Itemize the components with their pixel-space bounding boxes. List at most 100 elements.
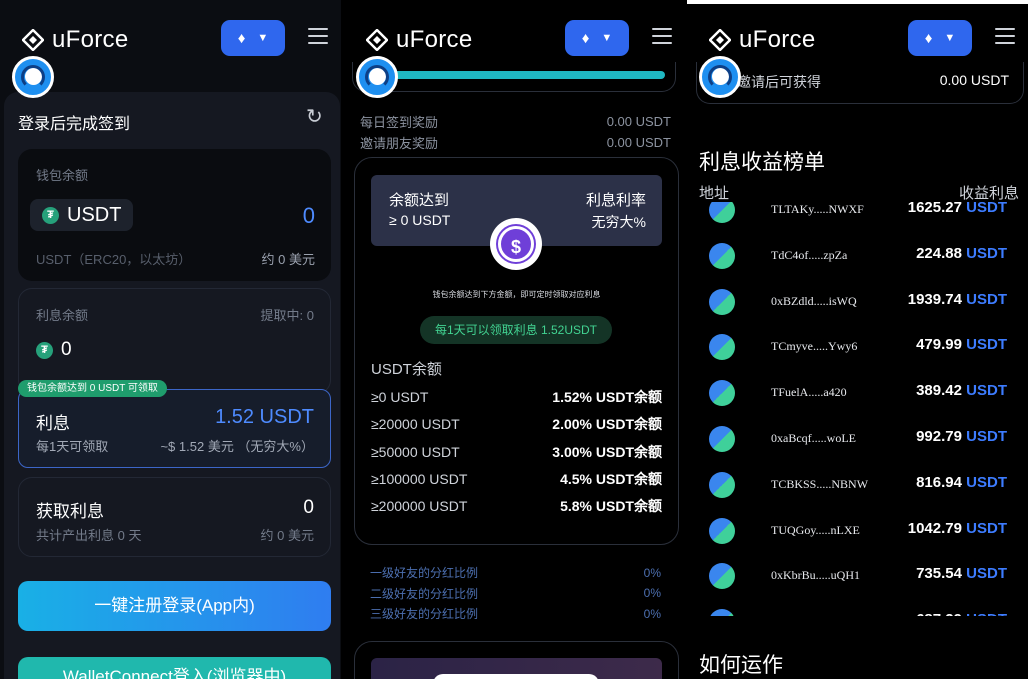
ranking-row: TLTAKy.....NWXF 1625.27 USDT [687, 202, 1028, 231]
uforce-logo-icon [709, 29, 731, 51]
register-login-button[interactable]: 一键注册登录(App内) [18, 581, 331, 631]
reward-label: 邀请朋友奖励 [360, 136, 439, 151]
tier-rate: 5.8% USDT余额 [560, 498, 662, 515]
support-avatar-icon[interactable] [356, 56, 398, 98]
ranking-row: 0xaBcqf.....woLE 992.79 USDT [687, 414, 1028, 460]
panel-checkin: uForce ♦ ▼ 登录后完成签到 ↻ 钱包余额 ₮ USDT 0 USDT（… [0, 0, 341, 679]
row-address: 0xKbrBu.....uQH1 [771, 568, 860, 583]
panel-rates: uForce ♦ ▼ 每日签到奖励 0.00 USDT 邀请朋友奖励 0.00 … [344, 0, 685, 679]
column-address: 地址 [699, 185, 730, 202]
reward-value: 0.00 USDT [606, 135, 671, 150]
earned-days: 共计产出利息 0 天 [36, 528, 142, 543]
row-amount: 389.42 [916, 382, 962, 400]
wallet-balance-card: 钱包余额 ₮ USDT 0 USDT（ERC20，以太坊） 约 0 美元 [18, 149, 331, 281]
interest-amount: 1.52 USDT [215, 406, 314, 428]
tier-min: ≥20000 USDT [371, 416, 460, 433]
menu-icon[interactable] [652, 28, 672, 49]
withdraw-status: 提取中: 0 [260, 308, 314, 323]
app-logo[interactable]: uForce [366, 26, 473, 54]
tier-row: ≥100000 USDT 4.5% USDT余额 [371, 469, 662, 489]
address-avatar-icon [709, 242, 735, 269]
tier-min: ≥100000 USDT [371, 470, 468, 487]
ranking-row: TFuelA.....a420 389.42 USDT [687, 368, 1028, 414]
reward-row: 邀请朋友奖励 0.00 USDT [360, 133, 671, 152]
app-name: uForce [396, 26, 473, 53]
currency-selector[interactable]: ₮ USDT [30, 199, 134, 231]
app-logo[interactable]: uForce [709, 26, 816, 54]
row-address: TJfoM6.....hnjU [771, 614, 849, 616]
referral-value: 0% [643, 606, 661, 621]
header: uForce ♦ ▼ [687, 4, 1028, 70]
how-it-works-title: 如何运作 [699, 654, 783, 677]
referral-value: 0% [643, 565, 661, 580]
menu-icon[interactable] [995, 28, 1015, 49]
network-selector[interactable]: ♦ ▼ [565, 20, 629, 56]
tier-row: ≥200000 USDT 5.8% USDT余额 [371, 496, 662, 516]
tier-rate: 4.5% USDT余额 [560, 470, 662, 487]
row-amount: 992.79 [916, 428, 962, 445]
tier-row: ≥20000 USDT 2.00% USDT余额 [371, 414, 662, 434]
tier-rate: 3.00% USDT余额 [552, 443, 662, 460]
row-amount: 735.54 [916, 565, 962, 583]
banner-left-value: ≥ 0 USDT [389, 212, 451, 228]
row-currency: USDT [966, 202, 1007, 216]
refresh-icon[interactable]: ↻ [306, 104, 323, 129]
support-avatar-icon[interactable] [12, 56, 54, 98]
tier-rate: 1.52% USDT余额 [552, 389, 662, 405]
row-amount: 224.88 [916, 244, 962, 262]
earned-interest-card: 获取利息 0 共计产出利息 0 天 约 0 美元 [18, 477, 331, 557]
address-avatar-icon [709, 517, 735, 544]
earned-usd: 约 0 美元 [260, 528, 314, 543]
panel-ranking: uForce ♦ ▼ 邀请后可获得 0.00 USDT 利息收益榜单 地址 收益… [687, 0, 1028, 679]
checkin-card: 登录后完成签到 ↻ 钱包余额 ₮ USDT 0 USDT（ERC20，以太坊） … [4, 92, 340, 679]
banner-left-label: 余额达到 [389, 192, 450, 209]
row-currency: USDT [966, 244, 1007, 262]
app-logo[interactable]: uForce [22, 26, 129, 54]
row-currency: USDT [966, 382, 1007, 400]
wallet-label: 钱包余额 [36, 168, 89, 183]
interest-label: 利息 [36, 414, 70, 433]
row-address: TUQGoy.....nLXE [771, 522, 860, 537]
dollar-exchange-icon: $ [490, 218, 542, 270]
chevron-down-icon: ▼ [257, 32, 269, 44]
ranking-row: TJfoM6.....hnjU 687.29 USDT [687, 597, 1028, 616]
referral-label: 一级好友的分红比例 [370, 566, 479, 580]
interest-card[interactable]: 利息 1.52 USDT 每1天可领取 ~$ 1.52 美元 （无穷大%） [18, 389, 331, 468]
tier-min: ≥50000 USDT [371, 443, 460, 460]
ranking-list[interactable]: TLTAKy.....NWXF 1625.27 USDT TdC4of.....zp… [687, 202, 1028, 616]
interest-balance-amount: 0 [61, 339, 72, 360]
progress-bar [375, 71, 665, 79]
reward-label: 每日签到奖励 [360, 115, 439, 130]
row-address: 0xaBcqf.....woLE [771, 431, 856, 445]
chevron-down-icon: ▼ [601, 32, 613, 44]
menu-icon[interactable] [308, 28, 328, 49]
next-banner [371, 658, 662, 679]
address-avatar-icon [709, 380, 735, 407]
tether-icon: ₮ [36, 341, 53, 359]
network-selector[interactable]: ♦ ▼ [221, 20, 285, 56]
next-card [354, 641, 679, 679]
app-name: uForce [739, 26, 816, 53]
interest-usd: ~$ 1.52 美元 （无穷大%） [160, 439, 314, 454]
rate-card: 余额达到 ≥ 0 USDT 利息利率 无穷大% $ 钱包余额达到下方金额，即可定… [354, 157, 679, 545]
row-currency: USDT [966, 565, 1007, 583]
ethereum-icon: ♦ [237, 29, 246, 47]
row-address: TCmyve.....Ywy6 [771, 339, 858, 354]
earned-amount: 0 [303, 497, 314, 518]
ranking-title: 利息收益榜单 [699, 151, 825, 174]
row-currency: USDT [966, 290, 1007, 308]
tier-row: ≥50000 USDT 3.00% USDT余额 [371, 442, 662, 462]
network-selector[interactable]: ♦ ▼ [908, 20, 972, 56]
tier-table-title: USDT余额 [371, 361, 442, 378]
referral-label: 三级好友的分红比例 [370, 607, 479, 621]
referral-row: 三级好友的分红比例 0% [370, 605, 661, 622]
address-avatar-icon [709, 609, 735, 616]
walletconnect-button[interactable]: WalletConnect登入(浏览器中) [18, 657, 331, 679]
interest-period: 每1天可领取 [36, 439, 109, 454]
support-avatar-icon[interactable] [699, 56, 741, 98]
app-name: uForce [52, 26, 129, 53]
uforce-logo-icon [366, 29, 388, 51]
row-address: TCBKSS.....NBNW [771, 476, 869, 491]
ranking-row: TdC4of.....zpZa 224.88 USDT [687, 231, 1028, 277]
row-address: TFuelA.....a420 [771, 385, 847, 400]
